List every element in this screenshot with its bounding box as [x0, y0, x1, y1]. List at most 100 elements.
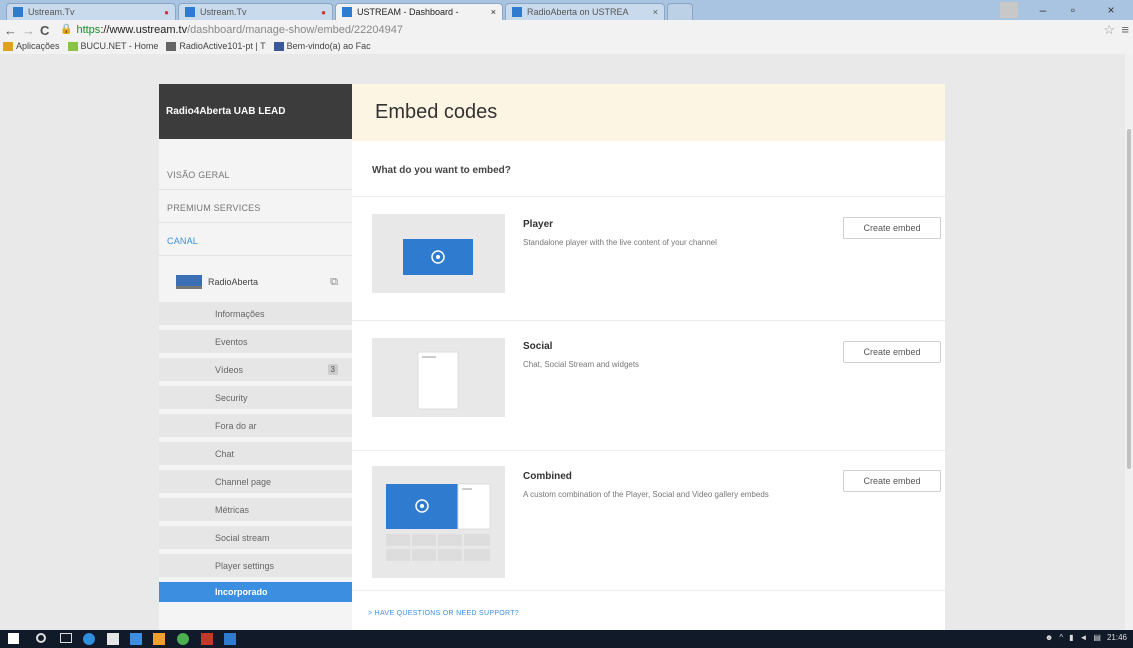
edge-browser-icon[interactable] [83, 633, 95, 645]
back-arrow-icon[interactable]: ← [4, 23, 17, 38]
nav-videos[interactable]: Vídeos 3 [159, 358, 352, 381]
windows-start-icon[interactable] [8, 633, 19, 644]
combined-preview [372, 466, 505, 578]
channel-thumbnail [176, 275, 202, 289]
divider [352, 590, 945, 591]
card-title-social: Social [523, 341, 553, 352]
channel-header[interactable]: Radio4Aberta UAB LEAD [159, 84, 352, 139]
card-title-player: Player [523, 219, 554, 230]
facebook-favicon-icon [273, 41, 284, 51]
nav-fora-do-ar[interactable]: Fora do ar [159, 414, 352, 437]
browser-toolbar: ← → C 🔒 https://www.ustream.tv/dashboard… [0, 20, 1133, 54]
nav-canal[interactable]: CANAL [159, 226, 352, 256]
nav-label: Métricas [215, 504, 250, 515]
nav-label: Chat [215, 448, 235, 459]
close-tab-icon[interactable]: × [485, 7, 496, 17]
bookmarks-bar: Aplicações BUCU.NET - Home RadioActive10… [0, 38, 379, 54]
nav-premium-services[interactable]: PREMIUM SERVICES [159, 193, 352, 223]
nav-chat[interactable]: Chat [159, 442, 352, 465]
ustream-favicon-icon [342, 7, 352, 17]
browser-tab[interactable]: RadioAberta on USTREA × [505, 3, 665, 20]
bookmark-label: Bem-vindo(a) ao Fac [286, 41, 371, 51]
bookmark-bucu[interactable]: BUCU.NET - Home [67, 41, 159, 51]
combined-preview-icon [386, 483, 491, 561]
reload-icon[interactable]: C [40, 23, 49, 38]
show-hidden-icons[interactable]: ^ [1059, 633, 1063, 642]
channel-name: RadioAberta [208, 277, 259, 287]
close-window-icon[interactable]: × [1098, 2, 1124, 18]
url-path: /dashboard/manage-show/embed/22204947 [187, 23, 403, 36]
nav-security[interactable]: Security [159, 386, 352, 409]
minimize-icon[interactable]: – [1030, 2, 1056, 18]
apps-grid-icon [3, 41, 13, 51]
menu-icon[interactable]: ≡ [1121, 22, 1129, 37]
page-title: Embed codes [352, 84, 945, 141]
browser-tab[interactable]: Ustream.Tv ● [178, 3, 333, 20]
people-icon[interactable]: ☻ [1045, 633, 1053, 642]
card-title-combined: Combined [523, 471, 572, 482]
scrollbar-thumb[interactable] [1127, 129, 1131, 469]
ustream-favicon-icon [512, 7, 522, 17]
search-icon[interactable] [36, 633, 46, 643]
clock[interactable]: 21:46 [1107, 633, 1127, 642]
volume-icon[interactable]: ◄ [1079, 633, 1087, 642]
switch-channel-icon[interactable]: ⧉ [330, 276, 338, 289]
bookmark-apps[interactable]: Aplicações [3, 41, 60, 51]
new-tab-button[interactable] [667, 3, 693, 20]
url-scheme: https [76, 23, 101, 36]
maximize-icon[interactable]: ▫ [1060, 2, 1086, 18]
nav-social-stream[interactable]: Social stream [159, 526, 352, 549]
address-bar[interactable]: 🔒 https://www.ustream.tv/dashboard/manag… [60, 22, 1060, 37]
browser-tab[interactable]: Ustream.Tv ● [6, 3, 176, 20]
nav-incorporado[interactable]: Incorporado [159, 582, 352, 602]
notification-icon[interactable]: ▤ [1093, 633, 1101, 642]
bookmark-star-icon[interactable]: ☆ [1103, 22, 1115, 38]
nav-metricas[interactable]: Métricas [159, 498, 352, 521]
divider [352, 196, 945, 197]
store-icon[interactable] [107, 633, 119, 645]
nav-eventos[interactable]: Eventos [159, 330, 352, 353]
system-tray: ☻ ^ ▮ ◄ ▤ 21:46 [1039, 633, 1127, 642]
bookmark-label: BUCU.NET - Home [80, 41, 159, 51]
browser-tab-active[interactable]: USTREAM - Dashboard - × [335, 3, 503, 20]
profile-badge-icon[interactable] [1000, 2, 1018, 18]
bookmark-facebook[interactable]: Bem-vindo(a) ao Fac [273, 41, 371, 51]
tab-title: USTREAM - Dashboard - [357, 7, 459, 17]
browser-tab-strip: Ustream.Tv ● Ustream.Tv ● USTREAM - Dash… [0, 0, 1133, 20]
nav-label: Informações [215, 308, 265, 319]
file-explorer-icon[interactable] [130, 633, 142, 645]
app-icon[interactable] [224, 633, 236, 645]
bookmark-radioactive[interactable]: RadioActive101-pt | T [166, 41, 266, 51]
forward-arrow-icon[interactable]: → [22, 23, 35, 38]
chrome-icon[interactable] [177, 633, 189, 645]
nav-informacoes[interactable]: Informações [159, 302, 352, 325]
nav-label: Player settings [215, 560, 275, 571]
nav-channel-page[interactable]: Channel page [159, 470, 352, 493]
url-host: ://www.ustream.tv [100, 23, 188, 36]
create-embed-social-button[interactable]: Create embed [843, 341, 941, 363]
network-icon[interactable]: ▮ [1069, 633, 1073, 642]
create-embed-player-button[interactable]: Create embed [843, 217, 941, 239]
radioactive-favicon-icon [166, 41, 177, 51]
bookmark-label: Aplicações [16, 41, 60, 51]
nav-label: Incorporado [215, 587, 268, 597]
support-link[interactable]: > HAVE QUESTIONS OR NEED SUPPORT? [368, 610, 519, 617]
page-scrollbar[interactable] [1125, 54, 1133, 630]
divider [352, 320, 945, 321]
task-view-icon[interactable] [60, 633, 72, 643]
ustream-favicon-icon [13, 7, 23, 17]
ustream-favicon-icon [185, 7, 195, 17]
nav-label: Fora do ar [215, 420, 257, 431]
nav-label: Social stream [215, 532, 270, 543]
app-icon[interactable] [201, 633, 213, 645]
create-embed-combined-button[interactable]: Create embed [843, 470, 941, 492]
close-tab-icon[interactable]: × [647, 7, 658, 17]
nav-label: Security [215, 392, 248, 403]
video-count-badge: 3 [327, 364, 338, 375]
channel-selector[interactable]: RadioAberta ⧉ [159, 264, 352, 300]
nav-visao-geral[interactable]: VISÃO GERAL [159, 160, 352, 190]
recording-dot-icon: ● [321, 7, 326, 17]
nav-player-settings[interactable]: Player settings [159, 554, 352, 577]
folder-icon[interactable] [153, 633, 165, 645]
recording-dot-icon: ● [164, 7, 169, 17]
